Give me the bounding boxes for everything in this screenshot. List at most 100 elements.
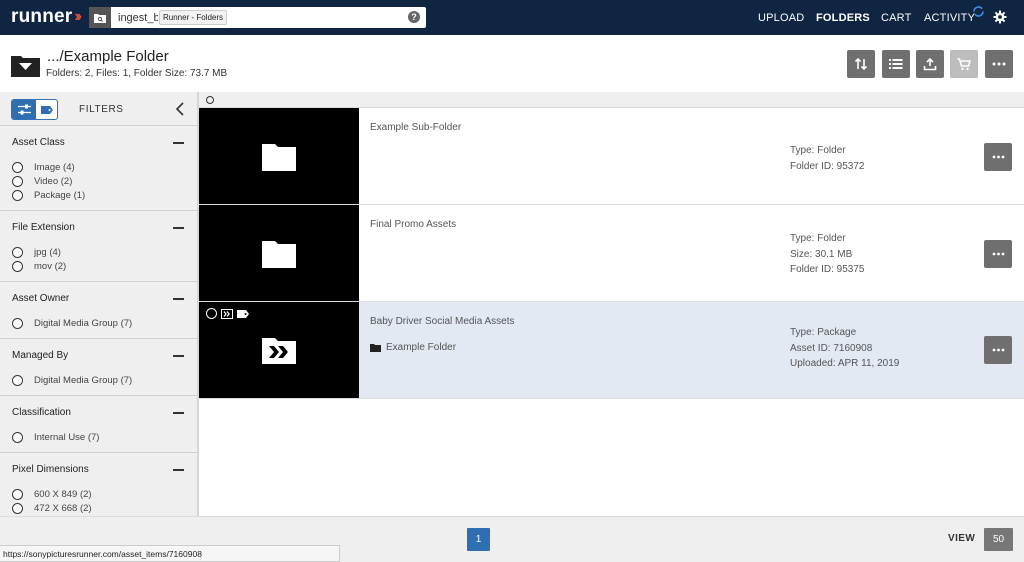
thumbnail-controls — [206, 308, 249, 319]
item-title[interactable]: Example Sub-Folder — [370, 122, 461, 133]
filter-option-label: Internal Use (7) — [34, 431, 100, 443]
collapse-minus-icon[interactable] — [173, 412, 184, 414]
select-all-radio[interactable] — [206, 96, 214, 104]
tags-tab[interactable] — [36, 100, 57, 119]
collapse-minus-icon[interactable] — [173, 298, 184, 300]
filter-group-asset-class: Asset Class Image (4) Video (2) Package … — [0, 126, 197, 211]
meta-line: Type: Folder — [790, 145, 846, 156]
item-more-button[interactable] — [984, 143, 1012, 171]
radio-button[interactable] — [12, 161, 23, 173]
list-item[interactable]: Final Promo Assets Type: Folder Size: 30… — [199, 205, 1024, 302]
radio-button[interactable] — [12, 260, 23, 272]
meta-line: Type: Folder — [790, 233, 846, 244]
filter-option[interactable]: Video (2) — [12, 174, 185, 188]
item-title[interactable]: Baby Driver Social Media Assets — [370, 316, 515, 327]
item-parent-folder[interactable]: Example Folder — [370, 342, 456, 353]
logo-text: runner — [11, 6, 73, 27]
item-meta: Type: Package Asset ID: 7160908 Uploaded… — [790, 325, 899, 372]
nav-upload[interactable]: UPLOAD — [758, 12, 804, 24]
collapse-minus-icon[interactable] — [173, 355, 184, 357]
select-radio[interactable] — [206, 308, 217, 319]
filter-mode-toggle[interactable] — [11, 99, 58, 120]
view-label: VIEW — [948, 533, 976, 544]
gear-icon[interactable] — [993, 10, 1007, 24]
filter-option[interactable]: Digital Media Group (7) — [12, 316, 185, 330]
filter-option[interactable]: 600 X 849 (2) — [12, 487, 185, 501]
radio-button[interactable] — [12, 502, 23, 514]
filters-tab[interactable] — [12, 100, 36, 119]
list-view-button[interactable] — [882, 50, 910, 78]
radio-button[interactable] — [12, 374, 23, 386]
nav-cart[interactable]: CART — [881, 12, 912, 24]
thumbnail[interactable] — [199, 302, 359, 398]
item-meta: Type: Folder Size: 30.1 MB Folder ID: 95… — [790, 231, 865, 278]
more-icon — [992, 155, 1004, 159]
item-title[interactable]: Final Promo Assets — [370, 219, 456, 230]
filter-option[interactable]: Package (1) — [12, 188, 185, 202]
folder-icon — [262, 144, 296, 171]
radio-button[interactable] — [12, 175, 23, 187]
list-item[interactable]: Baby Driver Social Media Assets Example … — [199, 302, 1024, 399]
radio-button[interactable] — [12, 488, 23, 500]
filter-option[interactable]: Digital Media Group (7) — [12, 373, 185, 387]
runner-logo[interactable]: runner ›› — [11, 6, 82, 28]
collapse-minus-icon[interactable] — [173, 469, 184, 471]
folder-search-icon — [94, 13, 106, 23]
filter-group-title: Managed By — [12, 350, 69, 361]
filter-group-managed-by: Managed By Digital Media Group (7) — [0, 339, 197, 396]
parent-folder-label: Example Folder — [386, 342, 457, 353]
thumbnail[interactable] — [199, 205, 359, 301]
select-all-bar — [199, 92, 1024, 108]
help-icon[interactable]: ? — [408, 11, 420, 23]
tag-icon[interactable] — [237, 309, 249, 318]
list-item[interactable]: Example Sub-Folder Type: Folder Folder I… — [199, 108, 1024, 205]
nav-activity[interactable]: ACTIVITY — [924, 12, 975, 24]
item-more-button[interactable] — [984, 336, 1012, 364]
page-title: .../Example Folder — [47, 48, 169, 65]
item-more-button[interactable] — [984, 240, 1012, 268]
meta-line: Folder ID: 95375 — [790, 264, 865, 275]
folder-icon — [262, 241, 296, 268]
filter-header: FILTERS — [0, 92, 197, 126]
radio-button[interactable] — [12, 246, 23, 258]
collapse-minus-icon[interactable] — [173, 227, 184, 229]
add-to-cart-button[interactable] — [950, 50, 978, 78]
filters-label: FILTERS — [79, 104, 124, 115]
view-count-select[interactable]: 50 — [984, 528, 1013, 551]
filter-option-label: jpg (4) — [34, 246, 61, 258]
folder-icon — [370, 344, 381, 352]
folder-dropdown-icon[interactable] — [11, 53, 40, 77]
filter-option-label: Image (4) — [34, 161, 75, 173]
filter-option[interactable]: 472 X 668 (2) — [12, 501, 185, 515]
radio-button[interactable] — [12, 317, 23, 329]
meta-line: Uploaded: APR 11, 2019 — [790, 358, 900, 369]
folder-scope-button[interactable] — [89, 7, 111, 28]
cart-icon — [957, 57, 971, 70]
filter-option[interactable]: Image (4) — [12, 160, 185, 174]
collapse-minus-icon[interactable] — [173, 142, 184, 144]
more-icon — [992, 252, 1004, 256]
filter-option[interactable]: jpg (4) — [12, 245, 185, 259]
filter-group-asset-owner: Asset Owner Digital Media Group (7) — [0, 282, 197, 339]
upload-button[interactable] — [916, 50, 944, 78]
filter-group-title: File Extension — [12, 222, 75, 233]
filter-option[interactable]: mov (2) — [12, 259, 185, 273]
search-input[interactable] — [118, 11, 158, 24]
nav-folders[interactable]: FOLDERS — [816, 12, 870, 24]
chevron-left-icon[interactable] — [175, 102, 185, 116]
filter-option[interactable]: Internal Use (7) — [12, 430, 185, 444]
filter-group-title: Asset Owner — [12, 293, 70, 304]
more-options-button[interactable] — [985, 50, 1013, 78]
sort-icon — [854, 57, 868, 71]
radio-button[interactable] — [12, 431, 23, 443]
page-1-button[interactable]: 1 — [467, 528, 490, 551]
radio-button[interactable] — [12, 189, 23, 201]
filter-group-classification: Classification Internal Use (7) — [0, 396, 197, 453]
tag-icon — [40, 105, 53, 114]
more-icon — [992, 348, 1004, 352]
meta-line: Asset ID: 7160908 — [790, 342, 873, 354]
filter-option-label: Package (1) — [34, 189, 86, 201]
thumbnail[interactable] — [199, 108, 359, 204]
filter-option-label: Digital Media Group (7) — [34, 374, 133, 386]
sort-button[interactable] — [847, 50, 875, 78]
